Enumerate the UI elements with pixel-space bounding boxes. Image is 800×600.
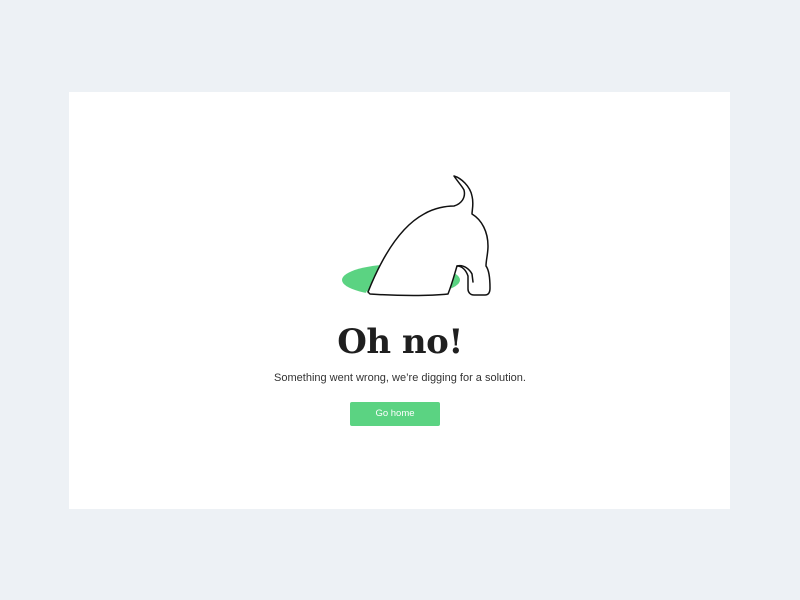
- error-page: Oh no! Something went wrong, we’re diggi…: [0, 0, 800, 600]
- dog-digging-hole-icon: [342, 175, 491, 297]
- error-message: Something went wrong, we’re digging for …: [274, 372, 526, 384]
- page-title: Oh no!: [337, 322, 463, 362]
- go-home-button[interactable]: Go home: [350, 402, 440, 426]
